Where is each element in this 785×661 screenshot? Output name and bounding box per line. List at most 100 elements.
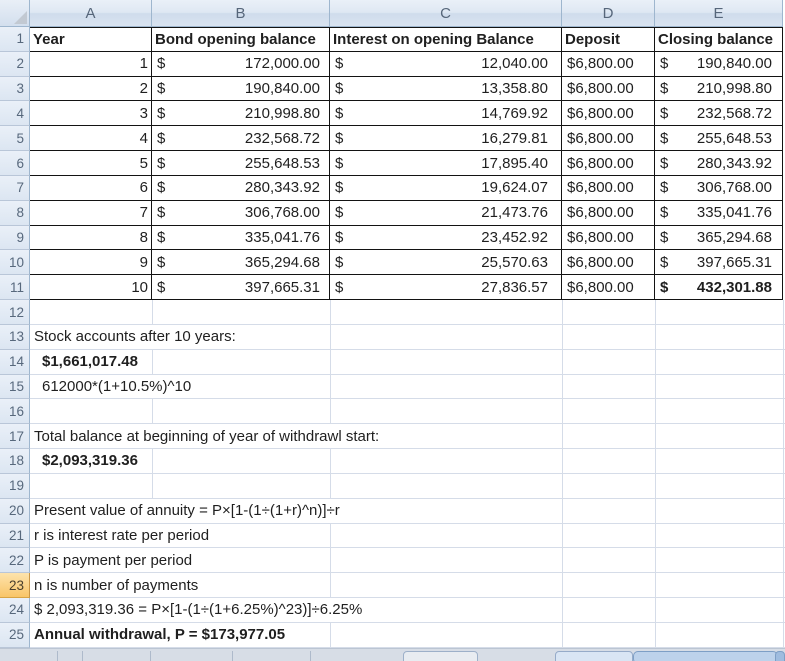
cell-a21[interactable]: r is interest rate per period bbox=[30, 524, 785, 549]
cell-a25[interactable]: Annual withdrawal, P = $173,977.05 bbox=[30, 623, 785, 648]
cell-a16[interactable] bbox=[30, 399, 785, 424]
cell-year[interactable]: 4 bbox=[30, 126, 152, 151]
cell-closing[interactable]: $397,665.31 bbox=[655, 250, 783, 275]
header-cell-closing[interactable]: Closing balance bbox=[655, 27, 783, 52]
cell-deposit[interactable]: $6,800.00 bbox=[562, 201, 655, 226]
cell-year[interactable]: 7 bbox=[30, 201, 152, 226]
row-header-23-selected[interactable]: 23 bbox=[0, 573, 30, 598]
cell-opening[interactable]: $172,000.00 bbox=[152, 52, 330, 77]
row-header-8[interactable]: 8 bbox=[0, 201, 30, 226]
select-all-corner[interactable] bbox=[0, 0, 30, 27]
cell-opening[interactable]: $365,294.68 bbox=[152, 250, 330, 275]
row-header-16[interactable]: 16 bbox=[0, 399, 30, 424]
header-cell-opening[interactable]: Bond opening balance bbox=[152, 27, 330, 52]
row-header-25[interactable]: 25 bbox=[0, 623, 30, 648]
row-header-13[interactable]: 13 bbox=[0, 325, 30, 350]
cell-deposit[interactable]: $6,800.00 bbox=[562, 101, 655, 126]
cell-year[interactable]: 3 bbox=[30, 101, 152, 126]
cell-interest[interactable]: $16,279.81 bbox=[330, 126, 562, 151]
cell-year[interactable]: 2 bbox=[30, 77, 152, 102]
row-header-14[interactable]: 14 bbox=[0, 350, 30, 375]
cell-deposit[interactable]: $6,800.00 bbox=[562, 77, 655, 102]
cell-a12[interactable] bbox=[30, 300, 785, 325]
cell-a22[interactable]: P is payment per period bbox=[30, 548, 785, 573]
cell-opening[interactable]: $280,343.92 bbox=[152, 176, 330, 201]
hscrollbar-right-button[interactable] bbox=[775, 651, 785, 661]
sheet-tab-partial[interactable] bbox=[403, 651, 478, 661]
cell-a18[interactable]: $2,093,319.36 bbox=[30, 449, 785, 474]
column-header-c[interactable]: C bbox=[330, 0, 562, 27]
column-header-b[interactable]: B bbox=[152, 0, 330, 27]
cell-deposit[interactable]: $6,800.00 bbox=[562, 226, 655, 251]
row-header-1[interactable]: 1 bbox=[0, 27, 30, 52]
cell-year[interactable]: 8 bbox=[30, 226, 152, 251]
row-header-9[interactable]: 9 bbox=[0, 226, 30, 251]
row-header-6[interactable]: 6 bbox=[0, 151, 30, 176]
cell-interest[interactable]: $25,570.63 bbox=[330, 250, 562, 275]
row-header-21[interactable]: 21 bbox=[0, 524, 30, 549]
row-header-11[interactable]: 11 bbox=[0, 275, 30, 300]
cell-a19[interactable] bbox=[30, 474, 785, 499]
row-header-17[interactable]: 17 bbox=[0, 424, 30, 449]
cell-opening[interactable]: $210,998.80 bbox=[152, 101, 330, 126]
cell-interest[interactable]: $23,452.92 bbox=[330, 226, 562, 251]
cell-deposit[interactable]: $6,800.00 bbox=[562, 151, 655, 176]
header-cell-deposit[interactable]: Deposit bbox=[562, 27, 655, 52]
cell-deposit[interactable]: $6,800.00 bbox=[562, 176, 655, 201]
row-header-20[interactable]: 20 bbox=[0, 499, 30, 524]
hscrollbar-track-left[interactable] bbox=[555, 651, 633, 661]
cell-opening[interactable]: $232,568.72 bbox=[152, 126, 330, 151]
cell-interest[interactable]: $14,769.92 bbox=[330, 101, 562, 126]
cell-opening[interactable]: $255,648.53 bbox=[152, 151, 330, 176]
cell-interest[interactable]: $21,473.76 bbox=[330, 201, 562, 226]
cell-opening[interactable]: $190,840.00 bbox=[152, 77, 330, 102]
cell-year[interactable]: 9 bbox=[30, 250, 152, 275]
row-header-18[interactable]: 18 bbox=[0, 449, 30, 474]
column-header-e[interactable]: E bbox=[655, 0, 783, 27]
row-header-24[interactable]: 24 bbox=[0, 598, 30, 623]
row-header-10[interactable]: 10 bbox=[0, 250, 30, 275]
cell-opening[interactable]: $335,041.76 bbox=[152, 226, 330, 251]
cell-closing[interactable]: $306,768.00 bbox=[655, 176, 783, 201]
cell-a14[interactable]: $1,661,017.48 bbox=[30, 350, 785, 375]
cell-interest[interactable]: $27,836.57 bbox=[330, 275, 562, 300]
cell-year[interactable]: 10 bbox=[30, 275, 152, 300]
cell-closing[interactable]: $255,648.53 bbox=[655, 126, 783, 151]
cell-closing[interactable]: $280,343.92 bbox=[655, 151, 783, 176]
column-header-a[interactable]: A bbox=[30, 0, 152, 27]
cell-closing[interactable]: $210,998.80 bbox=[655, 77, 783, 102]
cell-year[interactable]: 1 bbox=[30, 52, 152, 77]
cell-a20[interactable]: Present value of annuity = P×[1-(1÷(1+r)… bbox=[30, 499, 785, 524]
cell-a17[interactable]: Total balance at beginning of year of wi… bbox=[30, 424, 785, 449]
cell-year[interactable]: 6 bbox=[30, 176, 152, 201]
row-header-15[interactable]: 15 bbox=[0, 375, 30, 400]
cell-closing[interactable]: $232,568.72 bbox=[655, 101, 783, 126]
row-header-3[interactable]: 3 bbox=[0, 77, 30, 102]
cell-deposit[interactable]: $6,800.00 bbox=[562, 126, 655, 151]
cell-interest[interactable]: $19,624.07 bbox=[330, 176, 562, 201]
row-header-2[interactable]: 2 bbox=[0, 52, 30, 77]
cell-interest[interactable]: $13,358.80 bbox=[330, 77, 562, 102]
cell-a23[interactable]: n is number of payments bbox=[30, 573, 785, 598]
cell-year[interactable]: 5 bbox=[30, 151, 152, 176]
row-header-5[interactable]: 5 bbox=[0, 126, 30, 151]
cell-deposit[interactable]: $6,800.00 bbox=[562, 52, 655, 77]
row-header-7[interactable]: 7 bbox=[0, 176, 30, 201]
cell-interest[interactable]: $12,040.00 bbox=[330, 52, 562, 77]
header-cell-year[interactable]: Year bbox=[30, 27, 152, 52]
cell-closing[interactable]: $365,294.68 bbox=[655, 226, 783, 251]
cell-closing-final[interactable]: $432,301.88 bbox=[655, 275, 783, 300]
header-cell-interest[interactable]: Interest on opening Balance bbox=[330, 27, 562, 52]
row-header-22[interactable]: 22 bbox=[0, 548, 30, 573]
cell-deposit[interactable]: $6,800.00 bbox=[562, 250, 655, 275]
cell-a24[interactable]: $ 2,093,319.36 = P×[1-(1÷(1+6.25%)^23)]÷… bbox=[30, 598, 785, 623]
cell-closing[interactable]: $190,840.00 bbox=[655, 52, 783, 77]
cell-a13[interactable]: Stock accounts after 10 years: bbox=[30, 325, 785, 350]
cell-deposit[interactable]: $6,800.00 bbox=[562, 275, 655, 300]
row-header-4[interactable]: 4 bbox=[0, 101, 30, 126]
cell-opening[interactable]: $306,768.00 bbox=[152, 201, 330, 226]
row-header-12[interactable]: 12 bbox=[0, 300, 30, 325]
hscrollbar-thumb[interactable] bbox=[633, 651, 778, 661]
column-header-d[interactable]: D bbox=[562, 0, 655, 27]
cell-interest[interactable]: $17,895.40 bbox=[330, 151, 562, 176]
